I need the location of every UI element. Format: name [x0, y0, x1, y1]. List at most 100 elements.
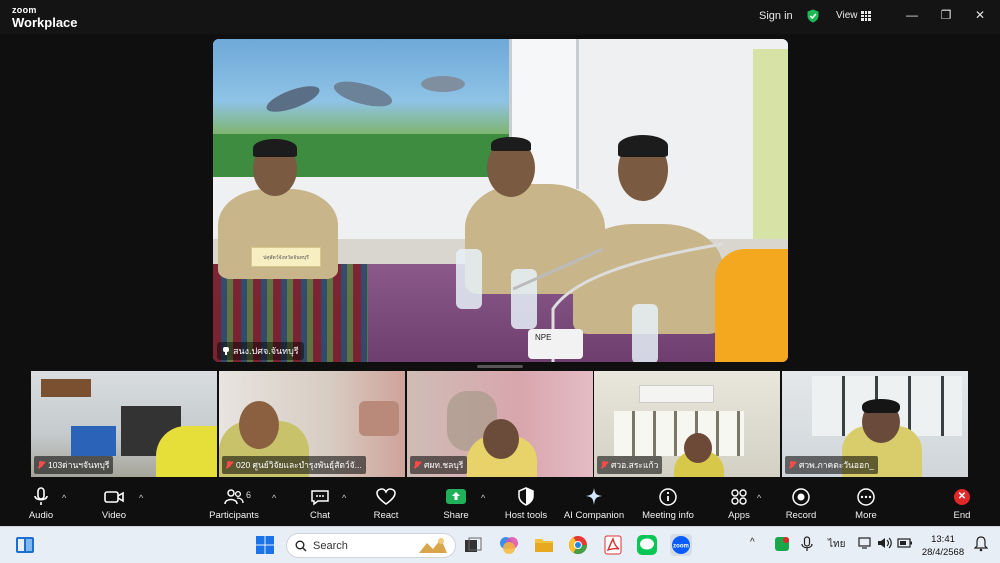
zoom-meeting-window: zoom Workplace Sign in View — ❐ ✕ ปศุสัต… — [0, 0, 1000, 526]
sign-in-button[interactable]: Sign in — [759, 10, 793, 22]
host-tools-label: Host tools — [504, 510, 548, 521]
system-clock[interactable]: 13:41 28/4/2568 — [916, 533, 970, 559]
mic-muted-icon — [601, 460, 608, 470]
video-label: Video — [101, 510, 127, 521]
gallery-tile[interactable]: 103ด่านฯจันทบุรี — [31, 371, 217, 477]
search-icon — [295, 540, 307, 551]
gallery-resize-handle[interactable] — [477, 365, 523, 368]
mic-muted-icon — [414, 460, 421, 470]
info-icon — [659, 488, 677, 506]
record-button[interactable]: Record — [784, 481, 818, 526]
meeting-info-button[interactable]: Meeting info — [641, 481, 695, 526]
sparkle-icon — [586, 488, 602, 505]
audio-button[interactable]: Audio — [20, 481, 62, 526]
shield-icon[interactable] — [806, 9, 820, 23]
video-button[interactable]: Video — [92, 481, 136, 526]
battery-icon[interactable] — [897, 537, 913, 552]
restore-button[interactable]: ❐ — [936, 8, 956, 22]
active-speaker-name-tag: สนง.ปศจ.จันทบุรี — [217, 342, 304, 360]
tile-person-shirt — [156, 426, 217, 477]
mic-muted-icon — [789, 460, 796, 470]
close-button[interactable]: ✕ — [970, 8, 990, 22]
participants-count: 6 — [246, 490, 252, 500]
logo-bottom-text: Workplace — [12, 15, 78, 30]
share-label: Share — [443, 510, 469, 521]
tile-window — [614, 411, 744, 456]
audio-options-chevron-icon[interactable]: ^ — [62, 493, 66, 503]
active-speaker-name: สนง.ปศจ.จันทบุรี — [233, 346, 299, 356]
chrome-icon[interactable] — [567, 534, 589, 556]
gallery-tile[interactable]: ศวพ.ภาคตะวันออก_ — [782, 371, 968, 477]
gallery-name-tag: ศผท.ชลบุรี — [410, 456, 468, 474]
ai-companion-button[interactable]: AI Companion — [564, 481, 624, 526]
clock-time: 13:41 — [931, 534, 955, 545]
water-bottle — [456, 249, 482, 309]
windows-start-icon[interactable] — [254, 534, 276, 556]
participants-options-chevron-icon[interactable]: ^ — [272, 493, 276, 503]
meeting-info-label: Meeting info — [642, 510, 694, 521]
acrobat-icon[interactable] — [602, 534, 624, 556]
file-explorer-icon[interactable] — [533, 534, 555, 556]
task-view-icon[interactable] — [462, 534, 484, 556]
chat-button[interactable]: Chat — [302, 481, 338, 526]
name-plate-sign: ปศุสัตว์จังหวัดจันทบุรี — [251, 247, 321, 267]
tile-blue-machine — [71, 426, 116, 456]
gallery-name-tag: ศวพ.ภาคตะวันออก_ — [785, 456, 878, 474]
gallery-name-tag: 103ด่านฯจันทบุรี — [34, 456, 114, 474]
gallery-tile[interactable]: ศผท.ชลบุรี — [407, 371, 593, 477]
search-highlight-icon — [419, 538, 447, 553]
search-placeholder: Search — [313, 539, 348, 552]
gallery-participant-name: ศวพ.ภาคตะวันออก_ — [799, 460, 874, 470]
chat-options-chevron-icon[interactable]: ^ — [342, 493, 346, 503]
react-label: React — [373, 510, 399, 521]
more-button[interactable]: More — [850, 481, 882, 526]
zoom-logo: zoom Workplace — [12, 5, 78, 30]
zoom-taskbar-icon[interactable]: zoom — [670, 534, 692, 556]
gallery-tile[interactable]: ศวอ.สระแก้ว — [594, 371, 780, 477]
line-icon[interactable] — [636, 534, 658, 556]
apps-icon — [731, 489, 747, 505]
gallery-participant-name: ศวอ.สระแก้ว — [611, 460, 659, 470]
tray-app-icon[interactable] — [774, 536, 790, 555]
record-icon — [792, 488, 810, 506]
mic-muted-icon — [226, 460, 233, 470]
clock-date: 28/4/2568 — [921, 547, 965, 558]
logo-top-text: zoom — [12, 5, 37, 15]
pin-icon — [222, 347, 230, 355]
volume-icon[interactable] — [877, 536, 893, 553]
share-button[interactable]: Share — [437, 481, 475, 526]
record-label: Record — [785, 510, 817, 521]
ai-companion-label: AI Companion — [563, 510, 625, 521]
minimize-button[interactable]: — — [902, 8, 922, 22]
gallery-name-tag: ศวอ.สระแก้ว — [597, 456, 663, 474]
apps-options-chevron-icon[interactable]: ^ — [757, 493, 761, 503]
participants-button[interactable]: Participants — [206, 481, 262, 526]
person-left-hair — [253, 139, 297, 157]
person-middle-hair — [491, 137, 531, 151]
mic-muted-icon — [38, 460, 45, 470]
tray-microphone-icon[interactable] — [800, 536, 814, 555]
react-button[interactable]: React — [368, 481, 404, 526]
copilot-icon[interactable] — [498, 534, 520, 556]
taskbar-search-box[interactable]: Search — [286, 533, 456, 558]
tile-person-head — [684, 433, 712, 463]
grid-icon[interactable] — [861, 11, 871, 21]
tile-person-head — [483, 419, 519, 459]
show-hidden-icons-chevron-icon[interactable]: ^ — [750, 537, 755, 548]
gallery-tile[interactable]: 020 ศูนย์วิจัยและบำรุงพันธุ์สัตว์จั... — [219, 371, 405, 477]
video-options-chevron-icon[interactable]: ^ — [139, 493, 143, 503]
video-camera-icon — [104, 491, 124, 503]
network-icon[interactable] — [858, 536, 874, 553]
apps-button[interactable]: Apps — [726, 481, 752, 526]
input-language[interactable]: ไทย — [828, 537, 845, 552]
notifications-icon[interactable] — [973, 536, 989, 555]
share-options-chevron-icon[interactable]: ^ — [481, 493, 485, 503]
widgets-icon[interactable] — [14, 534, 36, 556]
view-button[interactable]: View — [836, 10, 858, 21]
active-speaker-video[interactable]: ปศุสัตว์จังหวัดจันทบุรี NPE สนง.ปศจ.จันท… — [213, 39, 788, 362]
tile-person-head — [239, 401, 279, 449]
end-meeting-button[interactable]: ✕ End — [948, 481, 976, 526]
host-tools-button[interactable]: Host tools — [503, 481, 549, 526]
audio-label: Audio — [28, 510, 54, 521]
meeting-toolbar: Audio ^ Video ^ Participants 6 ^ Chat ^ … — [0, 481, 1000, 526]
